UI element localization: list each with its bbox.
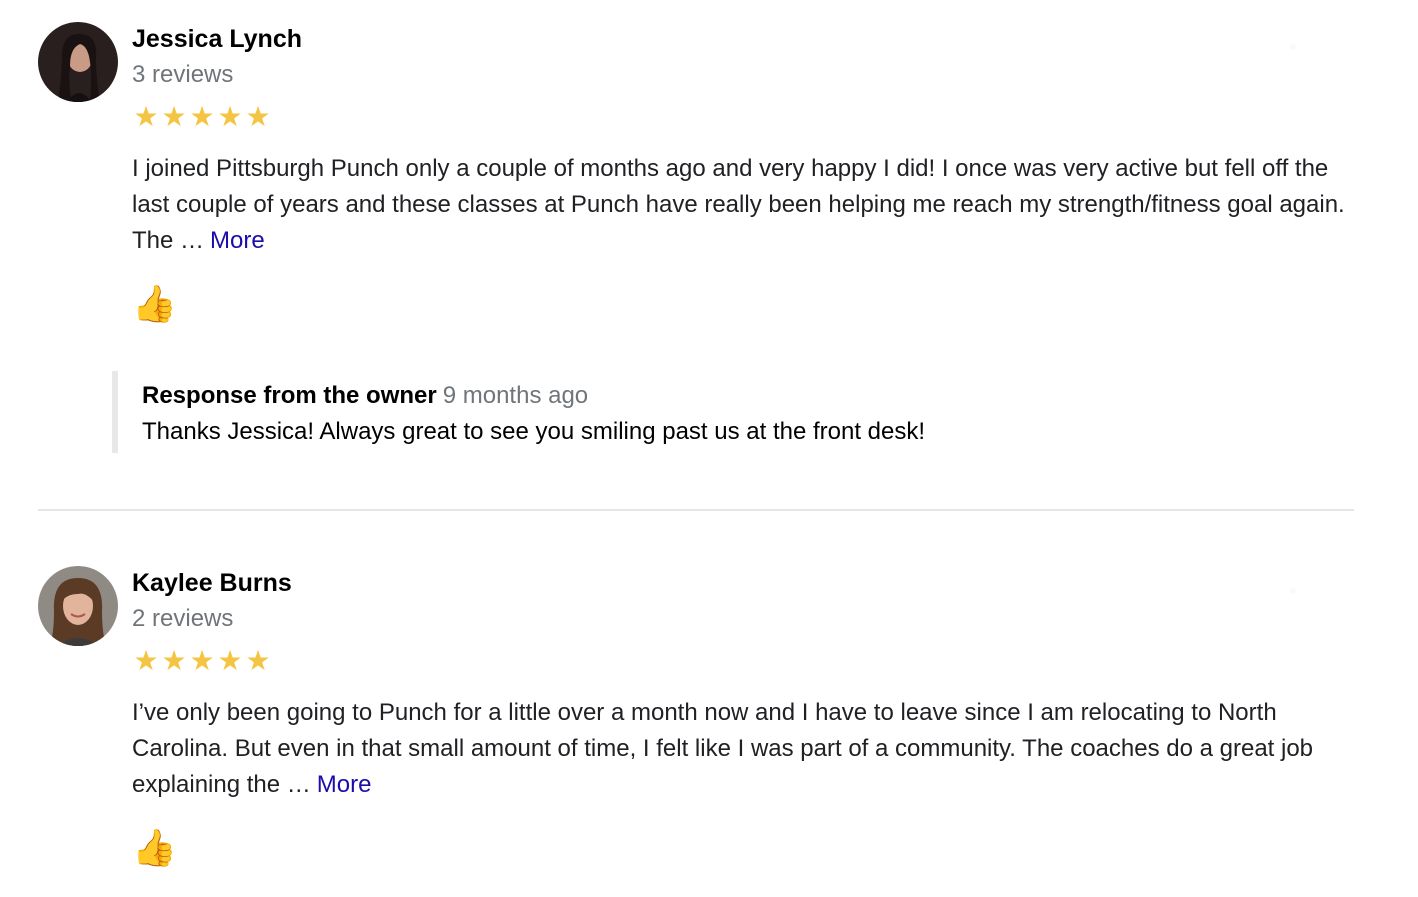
owner-response-label: Response from the owner — [142, 382, 437, 409]
owner-response-time: 9 months ago — [442, 382, 589, 409]
star-icon: ★ — [161, 645, 187, 676]
owner-response-text: Thanks Jessica! Always great to see you … — [142, 418, 926, 445]
rating-row: ★ ★ ★ ★ ★ — [132, 647, 1362, 675]
reviewer-name[interactable]: Jessica Lynch — [132, 23, 1362, 55]
reviewer-review-count: 3 reviews — [132, 61, 234, 88]
star-icon: ★ — [245, 645, 271, 676]
more-options-icon[interactable] — [1290, 44, 1296, 50]
star-icon: ★ — [133, 645, 159, 676]
star-icon: ★ — [217, 101, 243, 132]
star-rating: ★ ★ ★ ★ ★ — [132, 103, 272, 131]
review-divider — [38, 509, 1354, 511]
star-icon: ★ — [217, 645, 243, 676]
star-icon: ★ — [245, 101, 271, 132]
thumbs-up-icon: 👍 — [132, 283, 177, 324]
star-rating: ★ ★ ★ ★ ★ — [132, 647, 272, 675]
review-body: Jessica Lynch 3 reviews ★ ★ ★ ★ ★ I joined P… — [132, 22, 1362, 324]
rating-row: ★ ★ ★ ★ ★ — [132, 103, 1362, 131]
review-body: Kaylee Burns 2 reviews ★ ★ ★ ★ ★ I’ve only b… — [132, 566, 1362, 868]
avatar-photo — [38, 566, 118, 646]
review-text: I joined Pittsburgh Punch only a couple … — [132, 151, 1358, 259]
owner-response-header: Response from the owner 9 months ago — [142, 378, 1242, 414]
review-text: I’ve only been going to Punch for a litt… — [132, 695, 1358, 803]
avatar-photo — [38, 22, 118, 102]
star-icon: ★ — [133, 101, 159, 132]
like-button[interactable]: 👍 — [132, 828, 180, 868]
more-link[interactable]: More — [317, 771, 372, 798]
star-icon: ★ — [189, 101, 215, 132]
more-options-icon[interactable] — [1290, 588, 1296, 594]
review-text-content: I’ve only been going to Punch for a litt… — [132, 699, 1314, 798]
reviewer-name[interactable]: Kaylee Burns — [132, 567, 1362, 599]
like-button[interactable]: 👍 — [132, 284, 180, 324]
star-icon: ★ — [161, 101, 187, 132]
star-icon: ★ — [189, 645, 215, 676]
avatar[interactable] — [38, 566, 118, 646]
avatar[interactable] — [38, 22, 118, 102]
owner-response: Response from the owner 9 months ago Than… — [112, 371, 1242, 453]
review-text-content: I joined Pittsburgh Punch only a couple … — [132, 155, 1345, 254]
more-link[interactable]: More — [210, 227, 265, 254]
reviewer-review-count: 2 reviews — [132, 605, 234, 632]
thumbs-up-icon: 👍 — [132, 827, 177, 868]
